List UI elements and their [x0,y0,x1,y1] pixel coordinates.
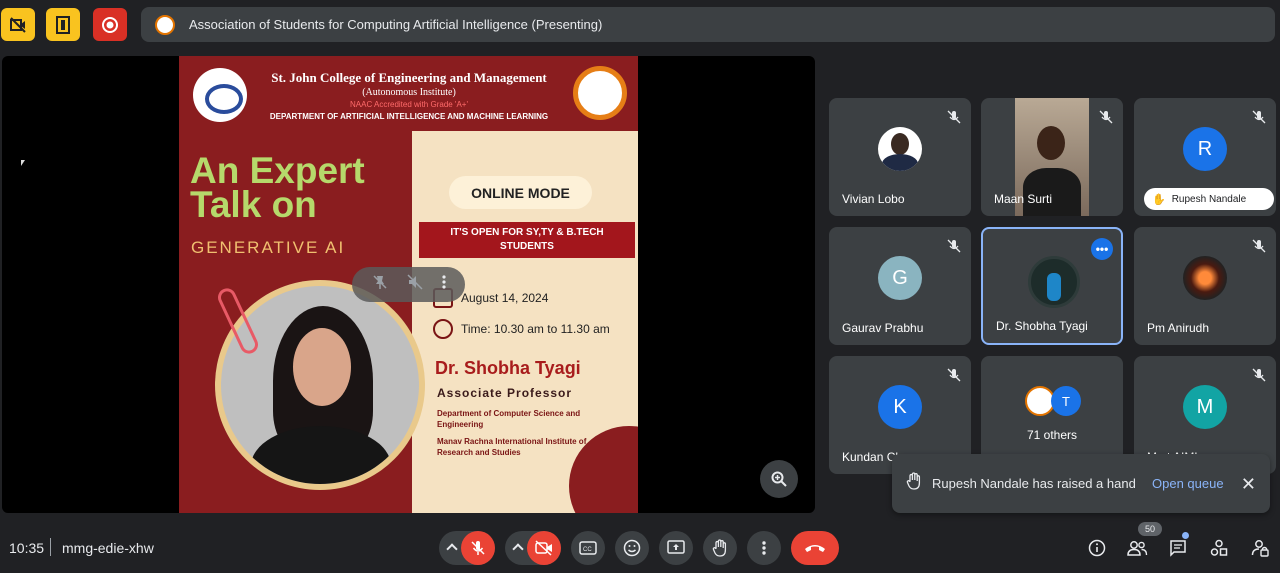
raise-hand-icon[interactable] [703,531,737,565]
participant-name: Pm Anirudh [1147,321,1210,335]
chevron-up-icon[interactable] [512,543,524,555]
microphone-control[interactable] [439,531,495,565]
event-time: Time: 10.30 am to 11.30 am [433,319,610,339]
eligibility-line-2: STUDENTS [500,241,554,252]
chevron-up-icon[interactable] [446,543,458,555]
mouse-cursor [21,160,25,166]
department-text: DEPARTMENT OF ARTIFICIAL INTELLIGENCE AN… [269,112,549,121]
participant-tile[interactable]: Vivian Lobo [829,98,971,216]
topic-text: GENERATIVE AI [191,238,346,257]
date-text: August 14, 2024 [461,291,549,305]
hand-icon [906,472,922,495]
camera-control[interactable] [505,531,561,565]
people-count-badge: 50 [1138,522,1162,536]
poster-headline: An Expert Talk on [190,150,410,225]
more-options-icon[interactable] [441,274,446,295]
unpin-icon[interactable] [372,274,388,295]
hand-icon: ✋ [1152,193,1166,206]
speaker-department: Department of Computer Science and Engin… [437,409,581,429]
participant-tile-presenter[interactable]: ••• Dr. Shobha Tyagi [981,227,1123,345]
zoom-icon[interactable] [760,460,798,498]
participant-avatar: G [878,256,922,300]
mic-off-icon[interactable] [461,531,495,565]
eligibility-band: IT'S OPEN FOR SY,TY & B.TECH STUDENTS [419,222,635,258]
presenting-banner[interactable]: Association of Students for Computing Ar… [141,7,1275,42]
hide-video-icon[interactable] [1,8,35,41]
participant-tile[interactable]: Maan Surti [981,98,1123,216]
mic-off-icon [1252,368,1266,387]
autonomous-text: (Autonomous Institute) [362,87,456,98]
top-bar: Association of Students for Computing Ar… [0,0,1280,50]
mute-for-me-icon[interactable] [406,274,423,295]
mic-off-icon [947,239,961,258]
headline-line-1: An Expert [190,150,365,191]
presenting-title: Association of Students for Computing Ar… [189,17,603,32]
leave-call-button[interactable] [791,531,839,565]
headline-line-2: Talk on [190,184,317,225]
bottom-bar: 10:35 mmg-edie-xhw CC 50 [0,522,1280,573]
raised-hand-toast: Rupesh Nandale has raised a hand Open qu… [892,454,1270,513]
speaker-role: Associate Professor [437,386,573,400]
organization-logo [155,14,175,35]
mic-off-icon [1252,239,1266,258]
naac-text: NAAC Accredited with Grade 'A+' [350,100,468,109]
raised-hand-chip: ✋ Rupesh Nandale [1144,188,1274,210]
eligibility-line-1: IT'S OPEN FOR SY,TY & B.TECH [450,227,604,238]
divider [50,538,51,556]
participant-avatar: K [878,385,922,429]
participant-name: Vivian Lobo [842,192,905,206]
participant-avatar [1028,256,1080,308]
open-queue-link[interactable]: Open queue [1152,476,1224,491]
participant-name: Dr. Shobha Tyagi [996,319,1088,333]
more-options-icon[interactable] [747,531,781,565]
meeting-code: mmg-edie-xhw [62,540,154,556]
college-name: St. John College of Engineering and Mana… [271,70,547,85]
speaker-name: Dr. Shobha Tyagi [435,358,581,378]
participant-avatar [878,127,922,171]
captions-icon[interactable]: CC [571,531,605,565]
participant-name: Maan Surti [994,192,1053,206]
svg-text:CC: CC [583,547,592,553]
participant-avatar: R [1183,127,1227,171]
people-icon[interactable] [1126,537,1148,559]
participant-name: Gaurav Prabhu [842,321,924,335]
speaker-portrait [221,286,419,484]
more-options-icon[interactable]: ••• [1091,238,1113,260]
mic-off-icon [1099,110,1113,129]
presentation-stage: St. John College of Engineering and Mana… [2,56,815,513]
camera-off-icon[interactable] [527,531,561,565]
clock-icon [433,319,453,339]
present-screen-icon[interactable] [659,531,693,565]
chat-icon[interactable] [1167,537,1189,559]
meeting-details-icon[interactable] [1086,537,1108,559]
others-avatars: T [1025,386,1081,416]
close-icon[interactable]: ✕ [1241,474,1256,495]
mic-off-icon [947,110,961,129]
others-count: 71 others [1026,428,1078,442]
raised-hand-name: Rupesh Nandale [1171,193,1247,205]
participant-avatar: M [1183,385,1227,429]
participant-tile[interactable]: G Gaurav Prabhu [829,227,971,345]
department-logo [573,66,627,120]
host-controls-icon[interactable] [1249,537,1271,559]
mic-off-icon [947,368,961,387]
time-text: Time: 10.30 am to 11.30 am [461,322,610,336]
participant-avatar: T [1051,386,1081,416]
mode-badge: ONLINE MODE [449,176,592,209]
activities-icon[interactable] [1208,537,1230,559]
participant-tile[interactable]: R ✋ Rupesh Nandale [1134,98,1276,216]
participant-tile[interactable]: Pm Anirudh [1134,227,1276,345]
meeting-clock: 10:35 [9,540,45,556]
participant-avatar [1183,256,1227,300]
presenter-overlay-controls [352,267,465,302]
door-icon[interactable] [46,8,80,41]
emoji-icon[interactable] [615,531,649,565]
mic-off-icon [1252,110,1266,129]
toast-message: Rupesh Nandale has raised a hand [932,476,1136,491]
record-icon[interactable] [93,8,127,41]
